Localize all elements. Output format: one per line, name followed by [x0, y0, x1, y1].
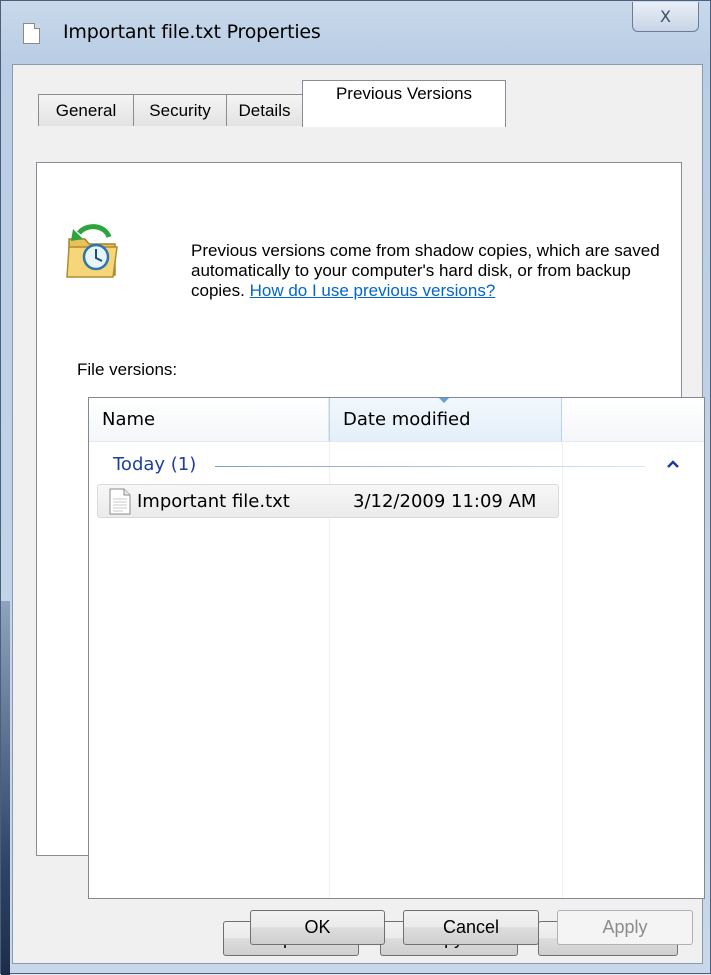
description: Previous versions come from shadow copie… [191, 241, 671, 301]
chevron-up-icon[interactable] [666, 458, 680, 470]
column-header-date-modified[interactable]: Date modified [329, 398, 562, 442]
close-button[interactable]: X [632, 2, 699, 32]
tab-security[interactable]: Security [133, 94, 227, 126]
dialog-body: General Security Details Previous Versio… [12, 64, 705, 964]
properties-window: Important file.txt Properties X General … [0, 0, 711, 975]
apply-button[interactable]: Apply [557, 910, 693, 945]
tab-previous-versions[interactable]: Previous Versions [302, 80, 506, 127]
help-link[interactable]: How do I use previous versions? [250, 281, 496, 300]
column-divider [562, 442, 563, 898]
title-bar[interactable]: Important file.txt Properties X [1, 1, 711, 63]
column-header-name[interactable]: Name [89, 398, 329, 442]
file-name: Important file.txt [137, 491, 290, 512]
sort-arrow-icon [438, 398, 450, 403]
tab-details[interactable]: Details [226, 94, 303, 126]
list-item[interactable]: Important file.txt 3/12/2009 11:09 AM [97, 484, 559, 518]
cancel-button[interactable]: Cancel [403, 910, 539, 945]
document-icon [23, 23, 40, 44]
ok-button[interactable]: OK [250, 910, 385, 945]
window-title: Important file.txt Properties [63, 21, 321, 43]
file-date-modified: 3/12/2009 11:09 AM [353, 491, 537, 512]
window-edge [1, 601, 10, 975]
column-header-date-label: Date modified [343, 409, 471, 430]
previous-versions-icon [66, 224, 118, 278]
close-icon: X [660, 7, 671, 26]
column-header-empty[interactable] [562, 398, 704, 442]
group-divider [215, 466, 645, 467]
tab-general[interactable]: General [38, 94, 134, 126]
previous-versions-panel: Previous versions come from shadow copie… [36, 162, 705, 956]
group-header-today[interactable]: Today (1) [113, 454, 196, 475]
text-file-icon [109, 488, 131, 515]
file-versions-label: File versions: [77, 360, 178, 379]
file-versions-list[interactable]: Name Date modified Today (1) Important f… [88, 397, 705, 899]
